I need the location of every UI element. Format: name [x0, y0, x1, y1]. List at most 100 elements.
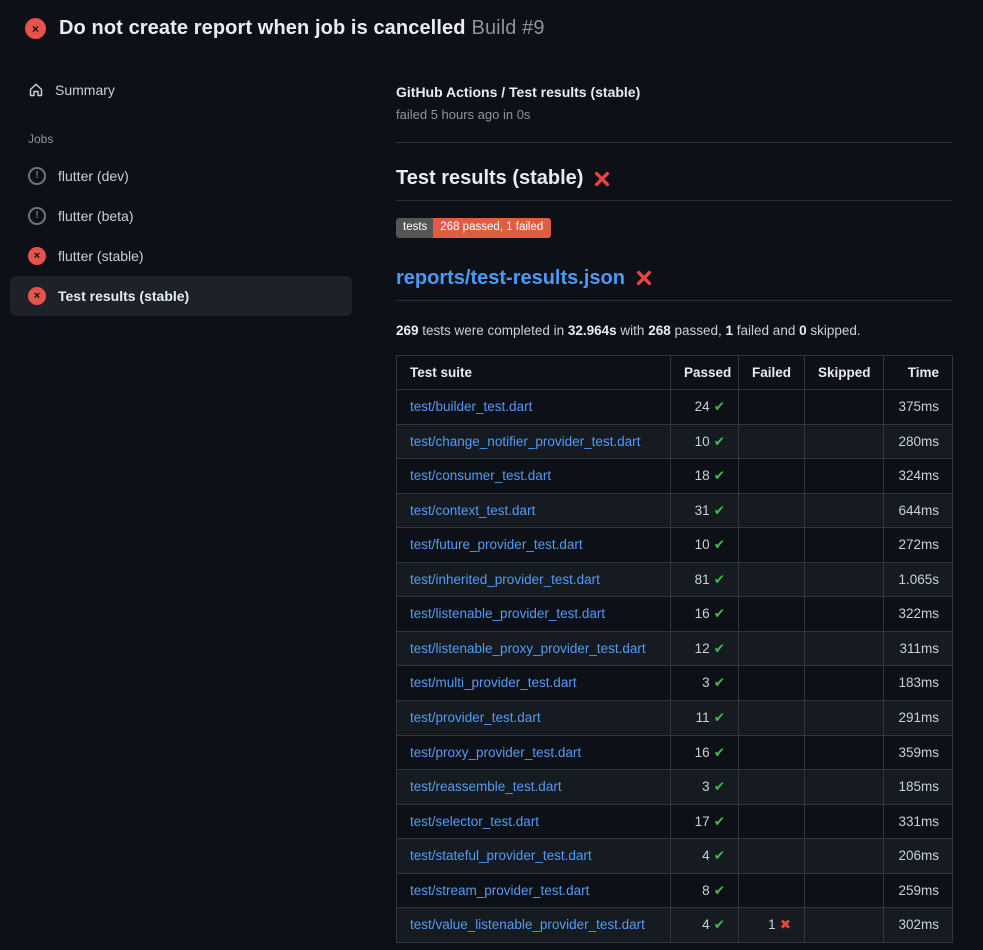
suite-link[interactable]: test/multi_provider_test.dart	[410, 675, 577, 690]
col-passed: Passed	[671, 355, 739, 390]
tests-summary-line: 269 tests were completed in 32.964s with…	[396, 323, 952, 338]
passed-count: 81	[695, 572, 710, 587]
passed-count: 4	[702, 917, 710, 932]
suite-link[interactable]: test/value_listenable_provider_test.dart	[410, 917, 645, 932]
passed-cell: 4✔	[671, 839, 739, 874]
sidebar-item-flutter-stable[interactable]: ×flutter (stable)	[10, 236, 352, 276]
table-row: test/stream_provider_test.dart8✔259ms	[397, 873, 953, 908]
passed-cell: 10✔	[671, 424, 739, 459]
passed-count: 4	[702, 848, 710, 863]
table-row: test/proxy_provider_test.dart 16 ✔ 359ms	[397, 735, 953, 770]
passed-cell: 8✔	[671, 873, 739, 908]
suite-link[interactable]: test/selector_test.dart	[410, 814, 539, 829]
table-row: test/reassemble_test.dart3✔185ms	[397, 770, 953, 805]
check-icon: ✔	[714, 606, 725, 621]
suite-link[interactable]: test/stateful_provider_test.dart	[410, 848, 592, 863]
time-cell: 644ms	[884, 493, 953, 528]
table-row: test/change_notifier_provider_test.dart 1…	[397, 424, 953, 459]
skipped-cell	[805, 839, 884, 874]
passed-cell: 4✔	[671, 908, 739, 943]
suite-link[interactable]: test/inherited_provider_test.dart	[410, 572, 600, 587]
table-row: test/multi_provider_test.dart3✔183ms	[397, 666, 953, 701]
time-cell: 359ms	[884, 735, 953, 770]
col-test-suite: Test suite	[397, 355, 671, 390]
passed-cell: 17✔	[671, 804, 739, 839]
suite-link[interactable]: test/listenable_proxy_provider_test.dart	[410, 641, 646, 656]
home-icon	[28, 82, 44, 98]
passed-count: 24	[695, 399, 710, 414]
suite-link[interactable]: test/builder_test.dart	[410, 399, 532, 414]
skipped-cell	[805, 528, 884, 563]
suite-link[interactable]: test/listenable_provider_test.dart	[410, 606, 605, 621]
skipped-cell	[805, 390, 884, 425]
skipped-cell	[805, 873, 884, 908]
suite-cell: test/consumer_test.dart	[397, 459, 671, 494]
suite-link[interactable]: test/future_provider_test.dart	[410, 537, 583, 552]
summary-segment: 0	[799, 323, 807, 338]
passed-cell: 81✔	[671, 562, 739, 597]
suite-link[interactable]: test/context_test.dart	[410, 503, 535, 518]
skipped-cell	[805, 908, 884, 943]
page-title: Do not create report when job is cancell…	[59, 17, 545, 40]
check-icon: ✔	[714, 468, 725, 483]
time-cell: 280ms	[884, 424, 953, 459]
failed-cell	[739, 562, 805, 597]
failed-cell	[739, 735, 805, 770]
suite-link[interactable]: test/stream_provider_test.dart	[410, 883, 589, 898]
suite-link[interactable]: test/provider_test.dart	[410, 710, 541, 725]
check-icon: ✔	[714, 745, 725, 760]
sidebar-item-flutter-beta[interactable]: !flutter (beta)	[10, 196, 352, 236]
check-run-breadcrumb: GitHub Actions / Test results (stable)	[396, 84, 952, 100]
failed-x-icon	[635, 269, 653, 287]
report-file-heading: reports/test-results.json	[396, 267, 952, 301]
build-header: × Do not create report when job is cance…	[0, 0, 983, 54]
col-failed: Failed	[739, 355, 805, 390]
check-icon: ✔	[714, 434, 725, 449]
failed-cell	[739, 459, 805, 494]
sidebar: Summary Jobs !flutter (dev)!flutter (bet…	[0, 54, 371, 316]
time-cell: 331ms	[884, 804, 953, 839]
suite-cell: test/value_listenable_provider_test.dart	[397, 908, 671, 943]
failed-cell	[739, 528, 805, 563]
suite-cell: test/provider_test.dart	[397, 700, 671, 735]
table-row: test/builder_test.dart24✔375ms	[397, 390, 953, 425]
col-time: Time	[884, 355, 953, 390]
summary-segment: 32.964s	[568, 323, 617, 338]
sidebar-item-test-results-stable[interactable]: ×Test results (stable)	[10, 276, 352, 316]
check-icon: ✔	[714, 675, 725, 690]
failed-cell	[739, 631, 805, 666]
summary-segment: passed,	[671, 323, 726, 338]
skipped-cell	[805, 770, 884, 805]
job-label: flutter (dev)	[58, 168, 129, 184]
passed-count: 10	[695, 537, 710, 552]
passed-count: 16	[695, 606, 710, 621]
suite-link[interactable]: test/change_notifier_provider_test.dart	[410, 434, 640, 449]
skipped-cell	[805, 459, 884, 494]
check-icon: ✔	[714, 814, 725, 829]
test-results-title: Test results (stable)	[396, 167, 583, 190]
suite-link[interactable]: test/proxy_provider_test.dart	[410, 745, 581, 760]
summary-segment: 1	[726, 323, 734, 338]
failed-cell	[739, 597, 805, 632]
suite-link[interactable]: test/consumer_test.dart	[410, 468, 551, 483]
report-file-link[interactable]: reports/test-results.json	[396, 267, 625, 290]
suite-cell: test/inherited_provider_test.dart	[397, 562, 671, 597]
table-row: test/listenable_provider_test.dart16✔322…	[397, 597, 953, 632]
check-icon: ✔	[714, 537, 725, 552]
run-status-meta: failed 5 hours ago in 0s	[396, 107, 952, 122]
build-number: Build #9	[472, 17, 545, 39]
table-row: test/selector_test.dart 17✔ 331ms	[397, 804, 953, 839]
passed-count: 16	[695, 745, 710, 760]
warning-icon: !	[28, 207, 46, 225]
table-row: test/context_test.dart31✔644ms	[397, 493, 953, 528]
summary-segment: skipped.	[807, 323, 861, 338]
sidebar-item-flutter-dev[interactable]: !flutter (dev)	[10, 156, 352, 196]
suite-link[interactable]: test/reassemble_test.dart	[410, 779, 562, 794]
time-cell: 183ms	[884, 666, 953, 701]
suite-cell: test/stream_provider_test.dart	[397, 873, 671, 908]
failed-cell	[739, 873, 805, 908]
passed-cell: 11✔	[671, 700, 739, 735]
failed-cell	[739, 839, 805, 874]
check-icon: ✔	[714, 779, 725, 794]
sidebar-item-summary[interactable]: Summary	[0, 76, 352, 104]
